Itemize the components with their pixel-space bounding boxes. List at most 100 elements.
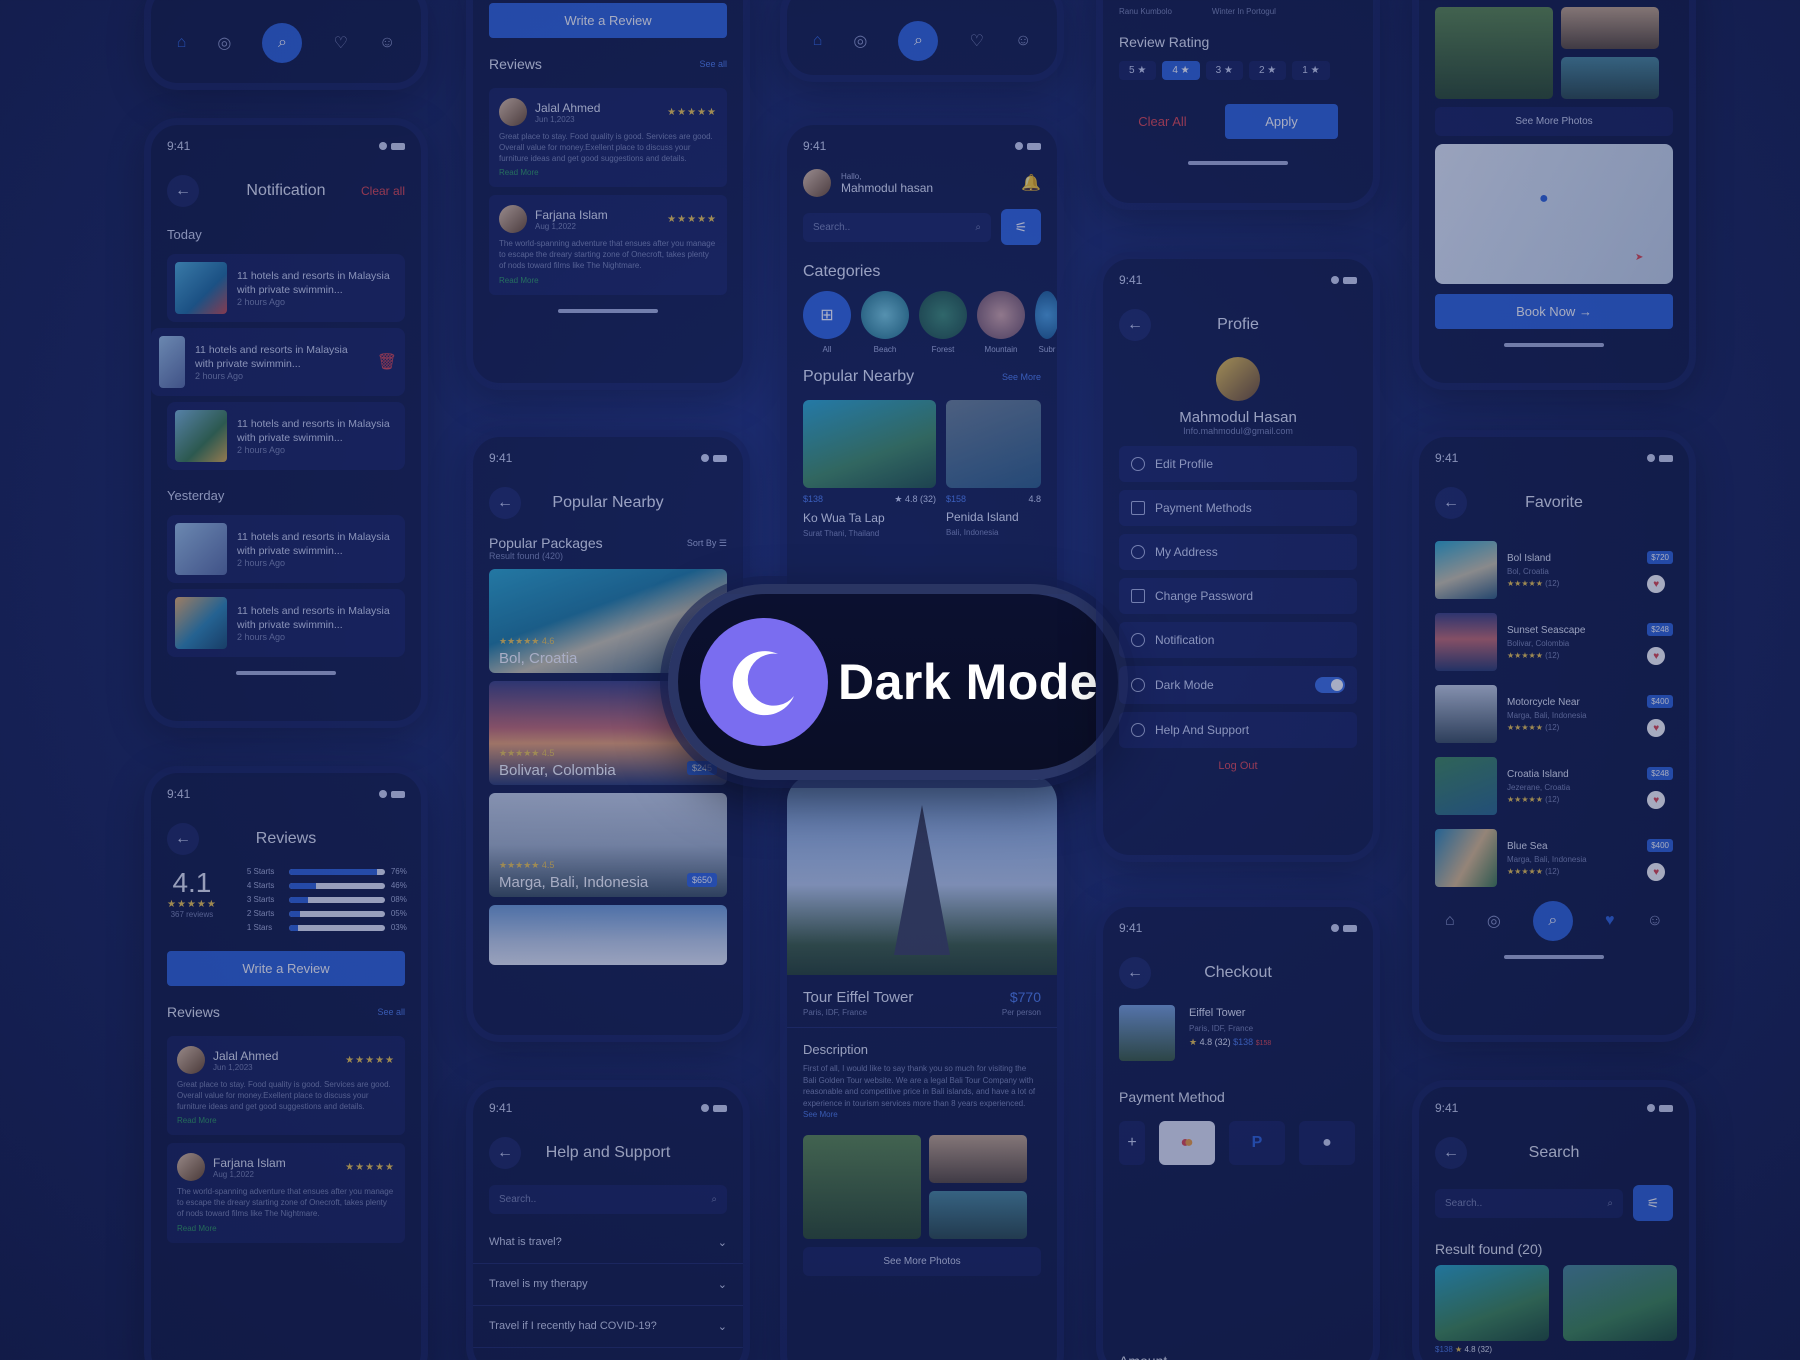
user-icon[interactable]: ☺ (1647, 912, 1663, 930)
heart-icon[interactable]: ♡ (970, 31, 984, 51)
home-icon[interactable]: ⌂ (813, 32, 823, 50)
search-icon[interactable]: ⌕ (262, 23, 303, 63)
heart-icon[interactable]: ♥ (1647, 647, 1666, 665)
bottom-nav: ⌂ ◎ ⌕ ♡ ☺ (787, 7, 1057, 75)
rating-bar-label: 4 Starts (246, 881, 275, 890)
write-review-button[interactable]: Write a Review (489, 3, 727, 38)
filter-button[interactable]: ⚟ (1001, 209, 1041, 245)
category-item[interactable]: Mountain (977, 291, 1025, 354)
menu-notification[interactable]: Notification (1119, 622, 1357, 658)
menu-help-support[interactable]: Help And Support (1119, 712, 1357, 748)
rating-bar-row: 1 Stars 03% (247, 923, 407, 932)
category-item[interactable]: Forest (919, 291, 967, 354)
menu-payment-methods[interactable]: Payment Methods (1119, 490, 1357, 526)
user-icon[interactable]: ☺ (1015, 32, 1031, 50)
heart-icon[interactable]: ♥ (1647, 791, 1666, 809)
trash-icon[interactable]: 🗑 (377, 352, 397, 372)
mastercard-icon[interactable]: ● ● (1159, 1121, 1215, 1165)
menu-change-password[interactable]: Change Password (1119, 578, 1357, 614)
compass-icon[interactable]: ◎ (217, 33, 231, 53)
phone-favorite: 9:41 ← Favorite Bol Island Bol, Croatia ★★… (1412, 430, 1696, 1042)
read-more-link[interactable]: Read More (177, 1224, 395, 1233)
back-button[interactable]: ← (167, 823, 199, 855)
add-icon[interactable]: + (1119, 1121, 1145, 1165)
read-more-link[interactable]: Read More (177, 1116, 395, 1125)
faq-item[interactable]: What is travel? ⌄ (473, 1222, 743, 1264)
see-all-link[interactable]: See all (377, 1007, 405, 1017)
back-button[interactable]: ← (489, 1137, 521, 1169)
heart-icon[interactable]: ♥ (1647, 719, 1666, 737)
back-button[interactable]: ← (1119, 309, 1151, 341)
faq-item[interactable]: Travel is my therapy ⌄ (473, 1264, 743, 1306)
clear-all-button[interactable]: Clear All (1138, 114, 1186, 129)
nearby-card[interactable]: $138 ★ 4.8 (32) Ko Wua Ta Lap Surat Thani… (803, 400, 936, 538)
header: ← Reviews (151, 815, 421, 863)
notification-item[interactable]: 11 hotels and resorts in Malaysia with p… (167, 589, 405, 657)
favorite-item[interactable]: Blue Sea Marga, Bali, Indonesia ★★★★★ (12)… (1435, 829, 1673, 887)
faq-item[interactable]: Travel if I recently had COVID-19? ⌄ (473, 1306, 743, 1348)
category-item[interactable]: ⊞ All (803, 291, 851, 354)
notification-item[interactable]: 11 hotels and resorts in Malaysia with p… (167, 515, 405, 583)
back-button[interactable]: ← (1435, 1137, 1467, 1169)
menu-edit-profile[interactable]: Edit Profile (1119, 446, 1357, 482)
search-input[interactable]: Search.. ⌕ (489, 1185, 727, 1214)
home-icon[interactable]: ⌂ (177, 34, 187, 52)
nearby-card[interactable]: $158 4.8 Penida Island Bali, Indonesia (946, 400, 1041, 538)
map-pin-icon: ● (1539, 190, 1549, 207)
see-more-link[interactable]: See More (1002, 372, 1041, 382)
sort-by-button[interactable]: Sort By ☰ (687, 538, 727, 549)
clear-all-button[interactable]: Clear all (361, 184, 405, 198)
result-card[interactable]: $138 ★ 4.8 (32) (1435, 1265, 1549, 1354)
header: ← Checkout (1103, 949, 1373, 997)
notification-item[interactable]: 11 hotels and resorts in Malaysia with p… (167, 402, 405, 470)
search-icon[interactable]: ⌕ (898, 21, 939, 61)
avatar (499, 98, 527, 126)
result-card[interactable] (1563, 1265, 1677, 1354)
category-item[interactable]: Beach (861, 291, 909, 354)
search-input[interactable]: Search.. ⌕ (803, 212, 991, 242)
rating-bar-track (288, 896, 385, 903)
category-item[interactable]: Subr (1035, 291, 1057, 354)
dark-mode-toggle[interactable] (1315, 677, 1345, 693)
avatar (803, 169, 831, 197)
paypal-icon[interactable]: P (1229, 1121, 1285, 1165)
map[interactable]: ● ➤ (1435, 144, 1673, 284)
search-icon[interactable]: ⌕ (1532, 901, 1573, 941)
compass-icon[interactable]: ◎ (853, 31, 867, 51)
back-button[interactable]: ← (1435, 487, 1467, 519)
amount-heading: Amount (1103, 1173, 1373, 1360)
compass-icon[interactable]: ◎ (1487, 911, 1501, 931)
apple-icon[interactable]: ● (1299, 1121, 1355, 1165)
menu-dark-mode[interactable]: Dark Mode (1119, 666, 1357, 704)
heart-icon[interactable]: ♡ (334, 33, 348, 53)
filter-button[interactable]: ⚟ (1633, 1185, 1673, 1221)
back-button[interactable]: ← (1119, 957, 1151, 989)
menu-my-address[interactable]: My Address (1119, 534, 1357, 570)
logout-button[interactable]: Log Out (1103, 760, 1373, 772)
back-button[interactable]: ← (167, 175, 199, 207)
see-more-photos-button[interactable]: See More Photos (1435, 107, 1673, 136)
favorite-item[interactable]: Motorcycle Near Marga, Bali, Indonesia ★★★… (1435, 685, 1673, 743)
favorite-item[interactable]: Croatia Island Jezerane, Croatia ★★★★★ (12… (1435, 757, 1673, 815)
book-now-button[interactable]: Book Now → (1435, 294, 1673, 329)
section-today: Today (167, 227, 202, 242)
notification-item[interactable]: 11 hotels and resorts in Malaysia with p… (167, 254, 405, 322)
phone-reviews: 9:41 ← Reviews 4.1 ★★★★★ 367 reviews 5 S… (144, 766, 428, 1360)
back-button[interactable]: ← (489, 487, 521, 519)
heart-icon[interactable]: ♥ (1605, 912, 1615, 930)
notification-item[interactable]: 11 hotels and resorts in Malaysia with p… (151, 328, 405, 396)
favorite-item[interactable]: Sunset Seascape Bolivar, Colombia ★★★★★ (1… (1435, 613, 1673, 671)
user-icon[interactable]: ☺ (379, 34, 395, 52)
write-review-button[interactable]: Write a Review (167, 951, 405, 986)
package-card[interactable] (489, 905, 727, 965)
apply-button[interactable]: Apply (1225, 104, 1338, 139)
heart-icon[interactable]: ♥ (1647, 575, 1666, 593)
search-input[interactable]: Search.. ⌕ (1435, 1188, 1623, 1218)
home-icon[interactable]: ⌂ (1445, 912, 1455, 930)
heart-icon[interactable]: ♥ (1647, 863, 1666, 881)
favorite-item[interactable]: Bol Island Bol, Croatia ★★★★★ (12) $720 ♥ (1435, 541, 1673, 599)
see-more-photos-button[interactable]: See More Photos (803, 1246, 1041, 1276)
photo-grid (787, 1121, 1057, 1239)
package-card[interactable]: ★★★★★ 4.5 Marga, Bali, Indonesia $650 (489, 793, 727, 897)
bell-icon[interactable]: 🔔 (1021, 173, 1041, 193)
